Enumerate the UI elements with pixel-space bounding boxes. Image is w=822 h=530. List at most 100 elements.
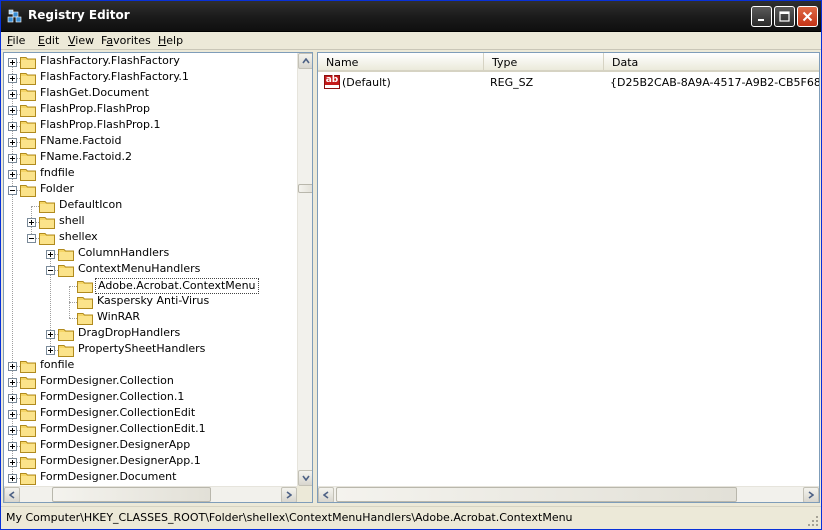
tree-node-label[interactable]: FormDesigner.Collection.1 [38, 390, 186, 404]
tree-node[interactable]: ContextMenuHandlers [4, 262, 296, 278]
tree-node-label[interactable]: FlashFactory.FlashFactory.1 [38, 70, 191, 84]
tree-node[interactable]: FlashGet.Document [4, 86, 296, 102]
tree-node[interactable]: FormDesigner.Document [4, 470, 296, 486]
tree-node-label[interactable]: WinRAR [95, 310, 142, 324]
scroll-right-button[interactable] [281, 487, 297, 502]
expand-plus-icon[interactable] [46, 346, 55, 355]
tree-scroll-thumb[interactable] [298, 184, 312, 193]
tree-node-label[interactable]: fonfile [38, 358, 76, 372]
resize-grip-icon[interactable] [807, 515, 819, 527]
expand-plus-icon[interactable] [8, 394, 17, 403]
tree-node[interactable]: Adobe.Acrobat.ContextMenu [4, 278, 296, 294]
expand-plus-icon[interactable] [8, 170, 17, 179]
tree-node[interactable]: fndfile [4, 166, 296, 182]
tree-node[interactable]: FName.Factoid.2 [4, 150, 296, 166]
expand-plus-icon[interactable] [8, 106, 17, 115]
tree-node-label[interactable]: Folder [38, 182, 76, 196]
scroll-left-button[interactable] [4, 487, 20, 502]
tree-vertical-scrollbar[interactable] [297, 53, 312, 486]
tree-node-label[interactable]: FormDesigner.Document [38, 470, 178, 484]
list-scroll-left-button[interactable] [318, 487, 334, 502]
tree-node[interactable]: ColumnHandlers [4, 246, 296, 262]
tree-node-label[interactable]: fndfile [38, 166, 77, 180]
tree-node[interactable]: WinRAR [4, 310, 296, 326]
expand-plus-icon[interactable] [46, 250, 55, 259]
tree-node[interactable]: FlashFactory.FlashFactory [4, 54, 296, 70]
expand-plus-icon[interactable] [8, 74, 17, 83]
scroll-down-button[interactable] [298, 470, 312, 486]
tree-node[interactable]: DefaultIcon [4, 198, 296, 214]
scroll-up-button[interactable] [298, 53, 312, 69]
tree-node-label[interactable]: FlashFactory.FlashFactory [38, 54, 182, 68]
tree-node-label[interactable]: FormDesigner.CollectionEdit [38, 406, 197, 420]
tree-node[interactable]: FormDesigner.Collection.1 [4, 390, 296, 406]
tree-node-label[interactable]: FName.Factoid [38, 134, 123, 148]
expand-plus-icon[interactable] [8, 154, 17, 163]
expand-plus-icon[interactable] [8, 458, 17, 467]
tree-node-label[interactable]: Adobe.Acrobat.ContextMenu [95, 278, 259, 294]
value-row-name[interactable]: (Default) [342, 74, 391, 91]
list-horizontal-scrollbar[interactable] [318, 486, 819, 502]
tree-node-label[interactable]: ColumnHandlers [76, 246, 171, 260]
title-bar[interactable]: Registry Editor [1, 1, 821, 32]
column-header-type[interactable]: Type [484, 53, 604, 72]
tree-node[interactable]: shellex [4, 230, 296, 246]
tree-node-label[interactable]: FlashProp.FlashProp.1 [38, 118, 163, 132]
collapse-minus-icon[interactable] [46, 266, 55, 275]
tree-node[interactable]: fonfile [4, 358, 296, 374]
expand-plus-icon[interactable] [8, 90, 17, 99]
list-hscroll-thumb[interactable] [336, 487, 737, 502]
tree-horizontal-scrollbar[interactable] [4, 486, 297, 502]
expand-plus-icon[interactable] [27, 218, 36, 227]
expand-plus-icon[interactable] [8, 410, 17, 419]
collapse-minus-icon[interactable] [8, 186, 17, 195]
tree-node-label[interactable]: shellex [57, 230, 100, 244]
menu-help[interactable]: Help [158, 34, 183, 47]
tree-node[interactable]: PropertySheetHandlers [4, 342, 296, 358]
list-scroll-right-button[interactable] [803, 487, 819, 502]
expand-plus-icon[interactable] [8, 426, 17, 435]
expand-plus-icon[interactable] [8, 138, 17, 147]
column-header-data[interactable]: Data [604, 53, 819, 72]
maximize-button[interactable] [774, 6, 795, 27]
expand-plus-icon[interactable] [46, 330, 55, 339]
menu-file[interactable]: File [7, 34, 25, 47]
column-header-name[interactable]: Name [318, 53, 484, 72]
expand-plus-icon[interactable] [8, 474, 17, 483]
tree-node[interactable]: shell [4, 214, 296, 230]
close-button[interactable] [797, 6, 818, 27]
tree-node-label[interactable]: FormDesigner.DesignerApp.1 [38, 454, 203, 468]
collapse-minus-icon[interactable] [27, 234, 36, 243]
tree-node-label[interactable]: DragDropHandlers [76, 326, 182, 340]
tree-node-label[interactable]: PropertySheetHandlers [76, 342, 207, 356]
value-row-data[interactable]: {D25B2CAB-8A9A-4517-A9B2-CB5F68A5A8 [610, 74, 819, 91]
tree-node-label[interactable]: shell [57, 214, 87, 228]
tree-node[interactable]: FormDesigner.DesignerApp.1 [4, 454, 296, 470]
tree-node[interactable]: FlashFactory.FlashFactory.1 [4, 70, 296, 86]
minimize-button[interactable] [751, 6, 772, 27]
registry-tree-pane[interactable]: FlashFactory.FlashFactory FlashFactory.Fl… [3, 52, 313, 503]
expand-plus-icon[interactable] [8, 122, 17, 131]
tree-node[interactable]: FlashProp.FlashProp.1 [4, 118, 296, 134]
tree-node-label[interactable]: ContextMenuHandlers [76, 262, 202, 276]
tree-node-label[interactable]: FlashProp.FlashProp [38, 102, 152, 116]
tree-node[interactable]: FormDesigner.Collection [4, 374, 296, 390]
tree-node-label[interactable]: FormDesigner.Collection [38, 374, 176, 388]
menu-edit[interactable]: Edit [38, 34, 59, 47]
tree-node-label[interactable]: FName.Factoid.2 [38, 150, 134, 164]
tree-node-label[interactable]: DefaultIcon [57, 198, 124, 212]
tree-node[interactable]: DragDropHandlers [4, 326, 296, 342]
values-list-pane[interactable]: Name Type Data ab (Default) REG_SZ {D25B… [317, 52, 820, 503]
menu-view[interactable]: View [68, 34, 94, 47]
tree-node[interactable]: Folder [4, 182, 296, 198]
menu-favorites[interactable]: Favorites [101, 34, 151, 47]
tree-node-label[interactable]: Kaspersky Anti-Virus [95, 294, 211, 308]
expand-plus-icon[interactable] [8, 58, 17, 67]
tree-node-label[interactable]: FlashGet.Document [38, 86, 151, 100]
tree-hscroll-thumb[interactable] [52, 487, 211, 502]
tree-node-label[interactable]: FormDesigner.CollectionEdit.1 [38, 422, 208, 436]
tree-node[interactable]: Kaspersky Anti-Virus [4, 294, 296, 310]
value-row-type[interactable]: REG_SZ [490, 74, 533, 91]
tree-node[interactable]: FName.Factoid [4, 134, 296, 150]
expand-plus-icon[interactable] [8, 362, 17, 371]
